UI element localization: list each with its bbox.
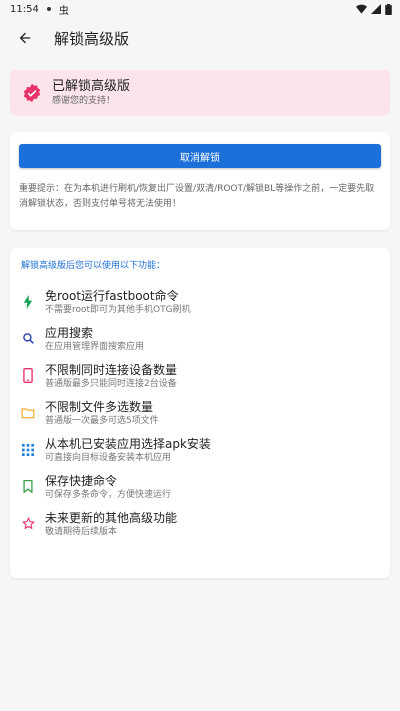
feature-future-updates: 未来更新的其他高级功能 敬请期待后续版本 xyxy=(21,505,379,542)
feature-desc: 可直接向目标设备安装本机应用 xyxy=(45,452,172,463)
feature-title: 不限制文件多选数量 xyxy=(45,399,154,414)
star-icon xyxy=(21,517,35,531)
battery-icon xyxy=(385,3,392,15)
status-time: 11:54 xyxy=(10,3,39,15)
feature-title: 应用搜索 xyxy=(45,325,94,340)
notification-dot-icon xyxy=(46,7,51,11)
unlocked-status-card: 已解锁高级版 感谢您的支持！ xyxy=(10,70,390,116)
folder-icon xyxy=(21,406,35,420)
feature-app-search: 应用搜索 在应用管理界面搜索应用 xyxy=(21,320,379,357)
features-header: 解锁高级版后您可以使用以下功能： xyxy=(21,261,166,271)
apps-grid-icon xyxy=(21,443,35,457)
cancel-unlock-card: 取消解锁 重要提示：在为本机进行刷机/恢复出厂设置/双清/ROOT/解锁BL等操… xyxy=(10,132,390,230)
features-card: 解锁高级版后您可以使用以下功能： 免root运行fastboot命令 不需要ro… xyxy=(10,248,390,578)
bookmark-icon xyxy=(21,480,35,494)
feature-desc: 在应用管理界面搜索应用 xyxy=(45,341,145,352)
feature-unlimited-devices: 不限制同时连接设备数量 普通版最多只能同时连接2台设备 xyxy=(21,357,379,394)
back-arrow-icon[interactable] xyxy=(14,27,36,49)
verified-badge-icon xyxy=(23,83,41,103)
feature-title: 免root运行fastboot命令 xyxy=(45,288,179,303)
unlocked-subtitle: 感谢您的支持！ xyxy=(52,96,116,106)
feature-desc: 不需要root即可为其他手机OTG刷机 xyxy=(45,304,191,315)
unlocked-title: 已解锁高级版 xyxy=(52,79,131,94)
feature-install-local-apk: 从本机已安装应用选择apk安装 可直接向目标设备安装本机应用 xyxy=(21,431,379,468)
feature-title: 从本机已安装应用选择apk安装 xyxy=(45,436,211,451)
app-bar: 解锁高级版 xyxy=(0,18,400,58)
signal-icon xyxy=(371,4,381,14)
cancel-unlock-button[interactable]: 取消解锁 xyxy=(19,144,381,168)
flash-icon xyxy=(21,294,35,309)
debug-icon: 虫 xyxy=(58,5,69,17)
feature-title: 保存快捷命令 xyxy=(45,473,118,488)
feature-fastboot: 免root运行fastboot命令 不需要root即可为其他手机OTG刷机 xyxy=(21,283,379,320)
important-notice: 重要提示：在为本机进行刷机/恢复出厂设置/双清/ROOT/解锁BL等操作之前，一… xyxy=(19,184,375,209)
feature-desc: 可保存多条命令，方便快速运行 xyxy=(45,489,172,500)
feature-unlimited-multiselect: 不限制文件多选数量 普通版一次最多可选5项文件 xyxy=(21,394,379,431)
page-title: 解锁高级版 xyxy=(54,29,130,48)
status-bar: 11:54 虫 xyxy=(0,0,400,18)
search-icon xyxy=(21,332,35,346)
feature-desc: 普通版最多只能同时连接2台设备 xyxy=(45,378,177,389)
feature-save-commands: 保存快捷命令 可保存多条命令，方便快速运行 xyxy=(21,468,379,505)
feature-desc: 普通版一次最多可选5项文件 xyxy=(45,415,159,426)
phone-icon xyxy=(21,368,35,383)
feature-desc: 敬请期待后续版本 xyxy=(45,526,118,537)
feature-title: 未来更新的其他高级功能 xyxy=(45,510,178,525)
feature-title: 不限制同时连接设备数量 xyxy=(45,362,178,377)
wifi-icon xyxy=(356,4,367,14)
